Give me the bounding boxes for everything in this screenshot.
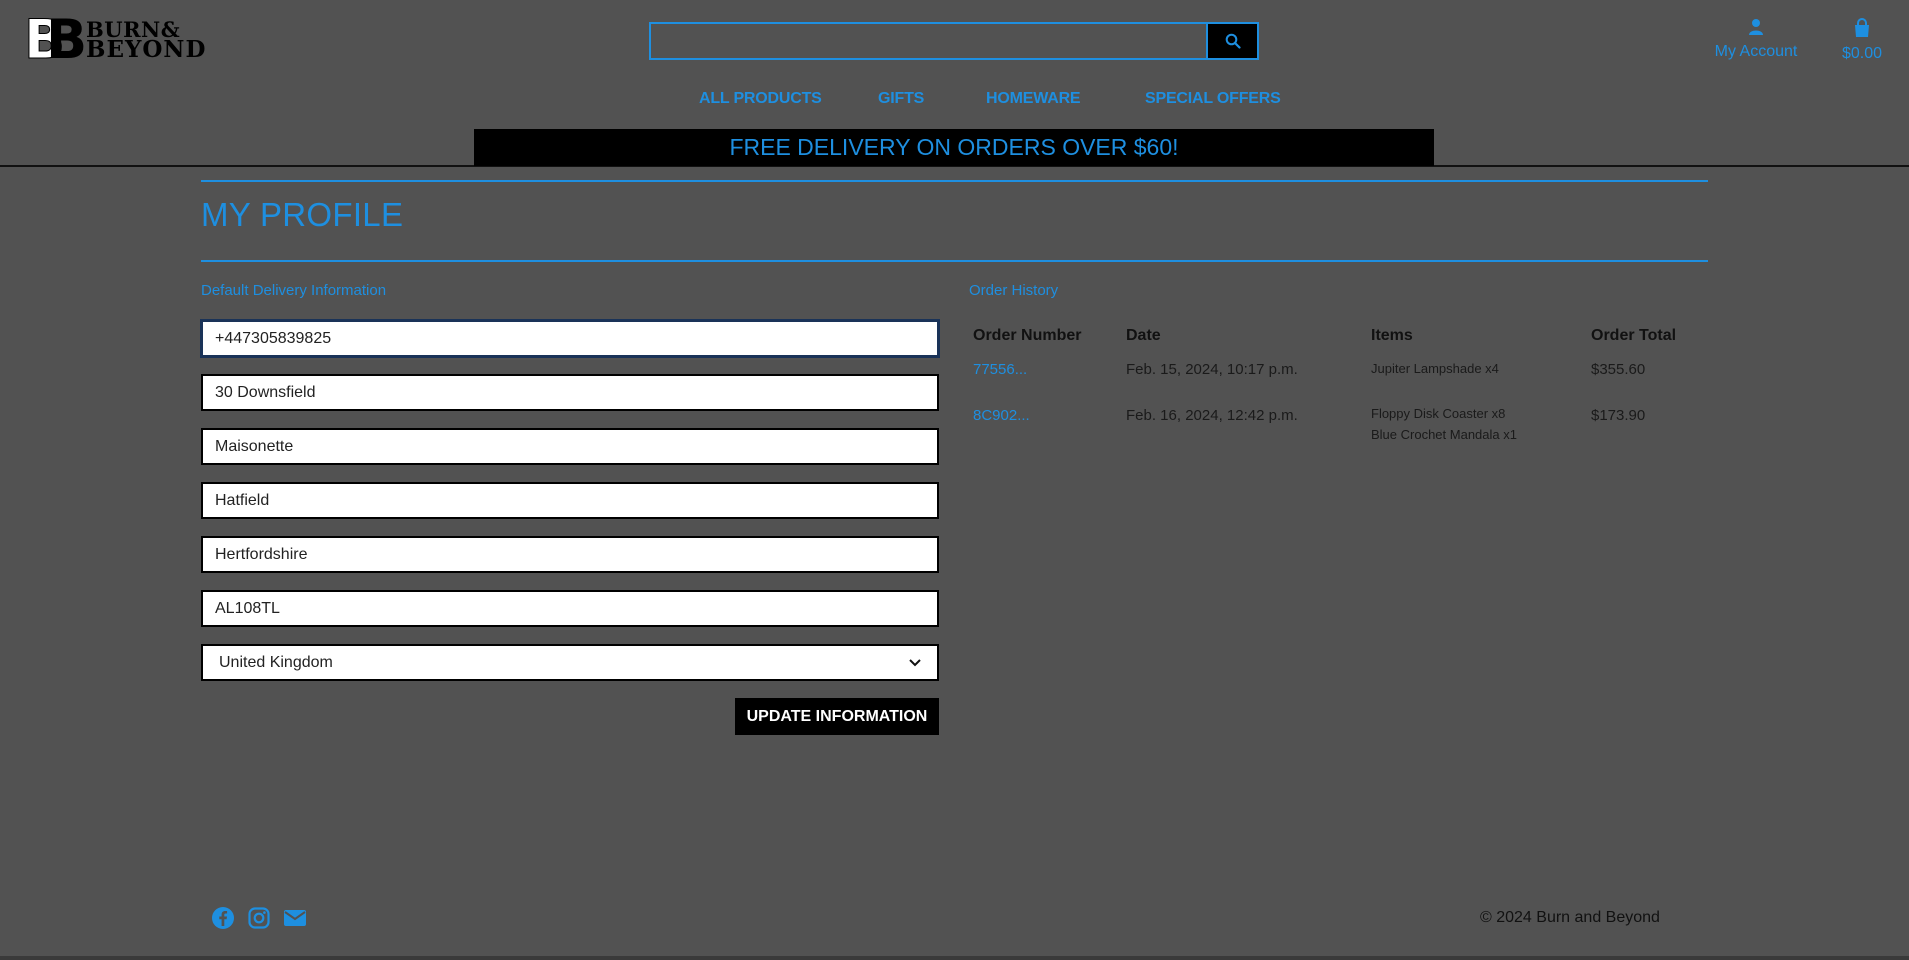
postcode-field[interactable] — [201, 590, 939, 627]
chevron-down-icon — [909, 658, 921, 666]
shopping-bag-icon — [1855, 18, 1869, 37]
street-address-1-field[interactable] — [201, 374, 939, 411]
order-items: Jupiter Lampshade x4 — [1371, 358, 1499, 379]
site-header: BB BURN& BEYOND My Account $0.00 ALL PRO… — [0, 0, 1909, 167]
cart-link[interactable]: $0.00 — [1834, 18, 1890, 63]
envelope-icon — [284, 910, 306, 926]
delivery-banner: FREE DELIVERY ON ORDERS OVER $60! — [474, 129, 1434, 166]
country-select[interactable]: United Kingdom — [201, 644, 939, 681]
bottom-scrollbar-strip — [0, 956, 1909, 960]
title-divider-top — [201, 180, 1708, 182]
logo-mark-icon: BB — [23, 8, 87, 71]
my-account-link[interactable]: My Account — [1704, 18, 1808, 61]
search-input[interactable] — [649, 22, 1208, 60]
brand-logo[interactable]: BB BURN& BEYOND — [23, 8, 207, 71]
column-header-order-total: Order Total — [1591, 327, 1677, 344]
my-account-label: My Account — [1714, 43, 1798, 60]
search-button[interactable] — [1208, 22, 1259, 60]
order-total: $173.90 — [1591, 407, 1646, 424]
search-bar — [649, 22, 1259, 60]
search-icon — [1225, 33, 1241, 49]
order-item: Blue Crochet Mandala x1 — [1371, 427, 1517, 442]
facebook-link[interactable] — [210, 905, 236, 931]
nav-homeware[interactable]: HOMEWARE — [986, 90, 1081, 108]
instagram-link[interactable] — [246, 905, 272, 931]
instagram-icon — [248, 907, 270, 929]
country-selected-value: United Kingdom — [219, 653, 333, 671]
column-header-items: Items — [1371, 327, 1413, 344]
column-header-date: Date — [1126, 327, 1161, 344]
email-link[interactable] — [282, 905, 308, 931]
user-icon — [1749, 19, 1763, 35]
nav-all-products[interactable]: ALL PRODUCTS — [699, 90, 822, 108]
main-nav: ALL PRODUCTS GIFTS HOMEWARE SPECIAL OFFE… — [0, 90, 1909, 114]
social-links — [210, 905, 308, 931]
order-total: $355.60 — [1591, 361, 1646, 378]
nav-gifts[interactable]: GIFTS — [878, 90, 924, 108]
nav-special-offers[interactable]: SPECIAL OFFERS — [1145, 90, 1281, 108]
delivery-info-heading: Default Delivery Information — [201, 282, 387, 299]
logo-text: BURN& BEYOND — [86, 19, 207, 63]
column-header-order-number: Order Number — [973, 327, 1082, 344]
town-city-field[interactable] — [201, 482, 939, 519]
cart-total: $0.00 — [1841, 45, 1883, 62]
order-number-link[interactable]: 77556... — [973, 361, 1027, 378]
street-address-2-field[interactable] — [201, 428, 939, 465]
order-items: Floppy Disk Coaster x8 Blue Crochet Mand… — [1371, 403, 1517, 445]
phone-number-field[interactable] — [201, 320, 939, 357]
copyright-text: © 2024 Burn and Beyond — [1480, 909, 1660, 926]
title-divider-bottom — [201, 260, 1708, 262]
order-history-heading: Order History — [969, 282, 1059, 299]
facebook-icon — [212, 907, 234, 929]
order-date: Feb. 15, 2024, 10:17 p.m. — [1126, 361, 1298, 378]
order-item: Jupiter Lampshade x4 — [1371, 361, 1499, 376]
page-title: MY PROFILE — [201, 196, 404, 233]
order-date: Feb. 16, 2024, 12:42 p.m. — [1126, 407, 1298, 424]
logo-line-2: BEYOND — [86, 36, 207, 63]
update-information-button[interactable]: UPDATE INFORMATION — [735, 698, 939, 735]
county-field[interactable] — [201, 536, 939, 573]
order-number-link[interactable]: 8C902... — [973, 407, 1030, 424]
order-item: Floppy Disk Coaster x8 — [1371, 406, 1506, 421]
